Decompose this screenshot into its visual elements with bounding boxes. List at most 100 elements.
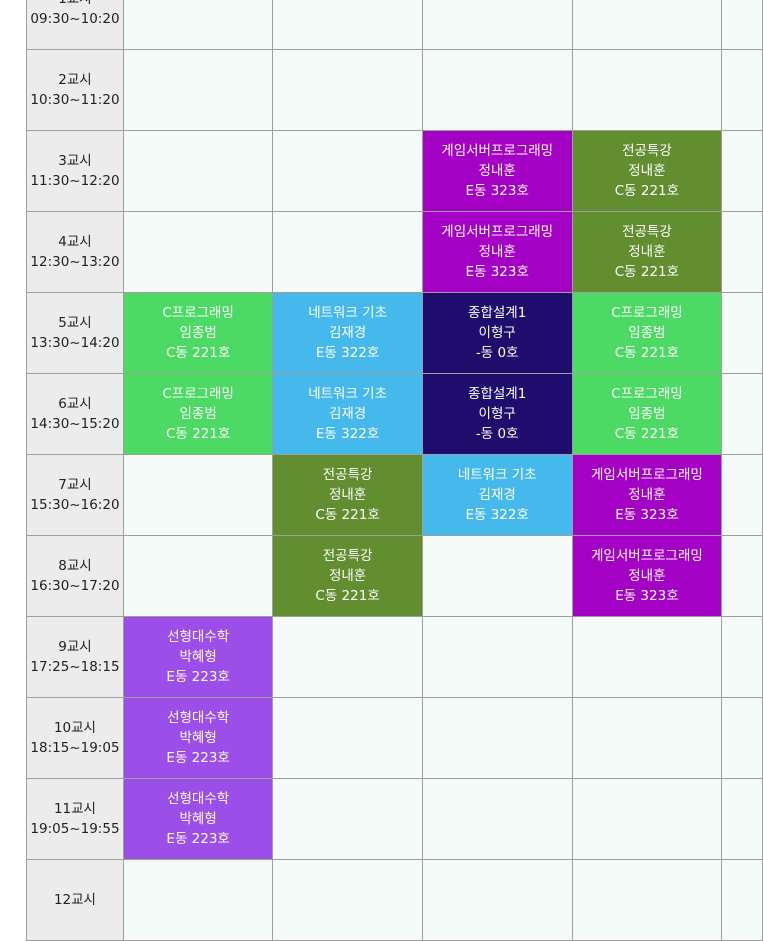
- course-title: 게임서버프로그래밍: [591, 548, 703, 564]
- period-name: 4교시: [58, 234, 92, 250]
- period-time: 10:30~11:20: [30, 92, 120, 108]
- period-row: 8교시 16:30~17:20 전공특강 정내훈 C동 221호 게임서버프로그래밍 정내훈…: [26, 535, 763, 617]
- course-room: C동 221호: [165, 426, 231, 442]
- period-row: 6교시 14:30~15:20 C프로그래밍 임종범 C동 221호 네트워크 기초 김재경…: [26, 373, 763, 455]
- course-cell[interactable]: 선형대수학박혜형 E동 223호: [122, 697, 274, 779]
- period-name: 5교시: [58, 315, 92, 331]
- course-professor: 정내훈: [478, 244, 516, 260]
- course-cell[interactable]: C프로그래밍 임종범 C동 221호: [571, 292, 723, 374]
- period-time: 14:30~15:20: [30, 416, 120, 432]
- empty-cell: [571, 697, 723, 779]
- period-header: 5교시 13:30~14:20: [26, 292, 124, 374]
- empty-cell: [122, 535, 274, 617]
- course-professor: 김재경: [328, 406, 367, 422]
- period-header: 12교시: [26, 859, 124, 941]
- course-title: 전공특강: [622, 224, 672, 240]
- empty-cell: [571, 778, 723, 860]
- period-row: 1교시 09:30~10:20: [26, 0, 763, 50]
- course-cell[interactable]: 게임서버프로그래밍 정내훈 E동 323호: [571, 454, 723, 536]
- course-room: E동 223호: [166, 669, 230, 685]
- course-title: 게임서버프로그래밍: [591, 467, 703, 483]
- course-professor: 정내훈: [478, 163, 516, 179]
- period-name: 1교시: [27, 0, 122, 9]
- course-cell[interactable]: 네트워크 기초 김재경 E동 322호: [421, 454, 573, 536]
- course-cell[interactable]: C프로그래밍 임종범 C동 221호: [122, 373, 274, 455]
- timetable-body: 1교시 09:30~10:20 2교시 10:30~11:20 3교시 11:30~12:…: [26, 0, 763, 941]
- course-cell[interactable]: 선형대수학 박혜형 E동 223호: [122, 778, 274, 860]
- course-cell[interactable]: 종합설계1 이형구 -동 0호: [421, 292, 573, 374]
- period-header: 4교시 12:30~13:20: [26, 211, 124, 293]
- period-name: 2교시: [58, 72, 92, 88]
- course-cell[interactable]: 네트워크 기초김재경 E동 322호: [272, 373, 423, 455]
- course-cell[interactable]: 게임서버프로그래밍 정내훈 E동 323호: [421, 211, 573, 293]
- course-cell[interactable]: 네트워크 기초 김재경 E동 322호: [272, 292, 423, 374]
- empty-cell: [571, 49, 723, 131]
- empty-cell: [721, 0, 763, 50]
- course-professor: 박혜형: [179, 730, 217, 746]
- course-title: 선형대수학: [167, 710, 230, 726]
- empty-cell: [122, 454, 274, 536]
- period-time: 09:30~10:20: [30, 11, 120, 27]
- course-room: C동 221호: [614, 345, 680, 361]
- period-header: 1교시 09:30~10:20: [26, 0, 124, 50]
- period-header: 9교시 17:25~18:15: [26, 616, 124, 698]
- course-title: 네트워크 기초: [308, 386, 387, 402]
- empty-cell: [721, 778, 763, 860]
- course-title: 선형대수학: [167, 629, 230, 645]
- empty-cell: [122, 0, 274, 50]
- course-cell[interactable]: C프로그래밍 임종범 C동 221호: [122, 292, 274, 374]
- course-title: 종합설계1: [468, 386, 527, 402]
- period-row: 7교시 15:30~16:20 전공특강 정내훈 C동 221호 네트워크 기초 김재경 E동…: [26, 454, 763, 536]
- course-cell[interactable]: 게임서버프로그래밍 정내훈 E동 323호: [421, 130, 573, 212]
- period-header: 11교시 19:05~19:55: [26, 778, 124, 860]
- course-title: 게임서버프로그래밍: [441, 224, 554, 240]
- course-professor: 박혜형: [179, 649, 217, 665]
- empty-cell: [421, 535, 573, 617]
- empty-cell: [421, 697, 573, 779]
- course-title: 전공특강: [322, 467, 373, 483]
- course-title: C프로그래밍: [611, 305, 683, 321]
- empty-cell: [421, 778, 573, 860]
- period-row: 10교시 18:15~19:05 선형대수학 박혜형 E동 223호: [26, 697, 763, 779]
- course-cell[interactable]: C프로그래밍 임종범 C동 221호: [571, 373, 723, 455]
- course-professor: 임종범: [179, 325, 217, 341]
- period-row: 3교시 11:30~12:20 게임서버프로그래밍 정내훈 E동 323호 전공특강 정내훈…: [26, 130, 763, 212]
- timetable-grid: 1교시 09:30~10:20 2교시 10:30~11:20 3교시 11:30~12:…: [26, 0, 763, 941]
- period-name: 10교시: [53, 720, 96, 736]
- period-header: 8교시 16:30~17:20: [26, 535, 124, 617]
- period-time: 15:30~16:20: [30, 497, 120, 513]
- period-name: 7교시: [58, 477, 92, 493]
- course-professor: 정내훈: [328, 568, 367, 584]
- course-room: E동 223호: [166, 750, 230, 766]
- course-cell[interactable]: 전공특강정내훈 C동 221호: [571, 211, 723, 293]
- course-cell[interactable]: 전공특강 정내훈 C동 221호: [272, 535, 423, 617]
- course-cell[interactable]: 전공특강 정내훈 C동 221호: [272, 454, 423, 536]
- empty-cell: [272, 130, 423, 212]
- empty-cell: [272, 697, 423, 779]
- empty-cell: [721, 211, 763, 293]
- course-cell[interactable]: 선형대수학박혜형 E동 223호: [122, 616, 274, 698]
- course-room: E동 223호: [166, 831, 230, 847]
- empty-cell: [421, 859, 573, 941]
- course-professor: 이형구: [478, 325, 516, 341]
- course-title: 네트워크 기초: [308, 305, 387, 321]
- course-cell[interactable]: 전공특강 정내훈 C동 221호: [571, 130, 723, 212]
- course-professor: 김재경: [478, 487, 516, 503]
- empty-cell: [721, 616, 763, 698]
- empty-cell: [721, 535, 763, 617]
- course-room: E동 322호: [315, 426, 380, 442]
- course-title: 종합설계1: [468, 305, 527, 321]
- period-name: 11교시: [53, 801, 96, 817]
- course-professor: 임종범: [628, 406, 666, 422]
- course-cell[interactable]: 게임서버프로그래밍 정내훈 E동 323호: [571, 535, 723, 617]
- course-room: C동 221호: [614, 264, 680, 280]
- course-professor: 정내훈: [628, 244, 666, 260]
- period-name: 8교시: [58, 558, 92, 574]
- course-title: 전공특강: [622, 143, 672, 159]
- period-time: 12:30~13:20: [30, 254, 120, 270]
- empty-cell: [272, 616, 423, 698]
- empty-cell: [272, 49, 423, 131]
- course-cell[interactable]: 종합설계1 이형구 -동 0호: [421, 373, 573, 455]
- course-title: 네트워크 기초: [457, 467, 537, 483]
- period-row: 2교시 10:30~11:20: [26, 49, 763, 131]
